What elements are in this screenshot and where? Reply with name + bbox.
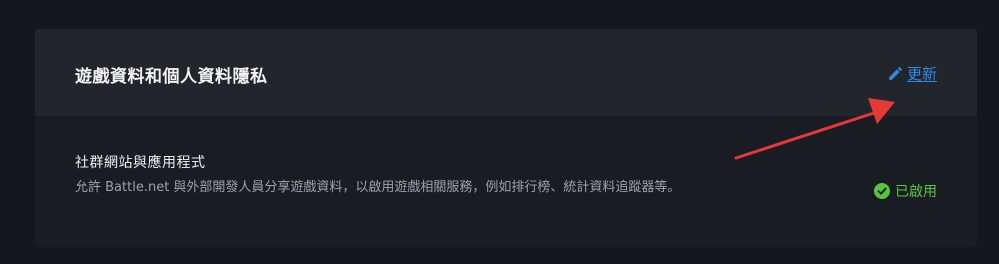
setting-description: 允許 Battle.net 與外部開發人員分享遊戲資料，以啟用遊戲相關服務，例如… — [75, 180, 681, 195]
section-title: 遊戲資料和個人資料隱私 — [75, 67, 268, 87]
privacy-settings-card: 遊戲資料和個人資料隱私 更新 社群網站與應用程式 允許 Battle.net 與… — [35, 29, 977, 247]
status-label: 已啟用 — [895, 184, 937, 200]
update-link[interactable]: 更新 — [887, 63, 937, 84]
setting-title: 社群網站與應用程式 — [75, 155, 206, 171]
setting-row: 社群網站與應用程式 允許 Battle.net 與外部開發人員分享遊戲資料，以啟… — [35, 116, 977, 247]
status-badge: 已啟用 — [874, 181, 937, 201]
update-link-label[interactable]: 更新 — [907, 63, 937, 84]
pencil-icon — [889, 67, 902, 80]
card-header: 遊戲資料和個人資料隱私 更新 — [35, 29, 977, 116]
check-circle-icon — [874, 183, 890, 199]
